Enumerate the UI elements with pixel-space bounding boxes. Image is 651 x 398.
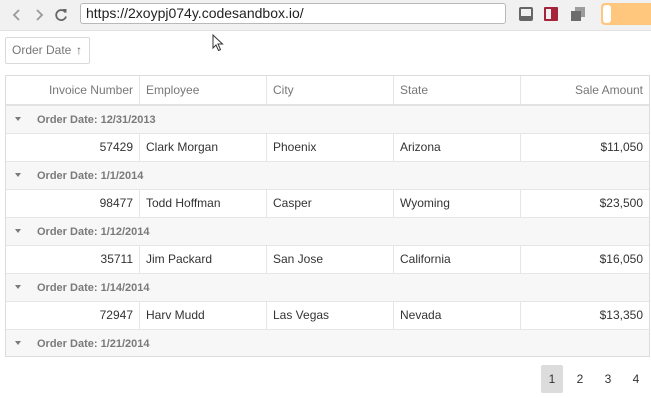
group-by-order-date-chip[interactable]: Order Date ↑ [5, 37, 90, 64]
collapse-caret-icon[interactable] [15, 229, 21, 233]
group-row[interactable]: Order Date: 1/12/2014 [6, 218, 649, 246]
column-header-sale-amount[interactable]: Sale Amount [520, 76, 649, 104]
group-label: Order Date: 12/31/2013 [37, 114, 156, 126]
group-row[interactable]: Order Date: 1/1/2014 [6, 162, 649, 190]
employee-cell: Jim Packard [139, 246, 266, 273]
employee-cell: Todd Hoffman [139, 190, 266, 217]
group-label: Order Date: 1/21/2014 [37, 338, 150, 350]
group-row[interactable]: Order Date: 1/21/2014 [6, 330, 649, 356]
grid-header: Invoice Number Employee City State Sale … [6, 76, 649, 106]
sale-amount-cell: $16,050 [520, 246, 649, 273]
sale-amount-cell: $11,050 [520, 134, 649, 161]
pager-page-2[interactable]: 2 [569, 365, 591, 393]
sale-amount-cell: $13,350 [520, 302, 649, 329]
group-chip-label: Order Date [12, 43, 72, 57]
group-row[interactable]: Order Date: 1/14/2014 [6, 274, 649, 302]
column-header-state[interactable]: State [393, 76, 520, 104]
browser-toolbar: https://2xoypj074y.codesandbox.io/ [0, 0, 651, 31]
state-cell: Arizona [393, 134, 520, 161]
column-header-city[interactable]: City [266, 76, 393, 104]
pager-page-1[interactable]: 1 [541, 365, 563, 393]
state-cell: Wyoming [393, 190, 520, 217]
sale-amount-cell: $23,500 [520, 190, 649, 217]
reload-icon[interactable] [52, 5, 70, 25]
invoice-number-cell: 72947 [99, 308, 133, 322]
toggle-switch[interactable] [601, 3, 651, 25]
invoice-number-cell: 35711 [100, 252, 133, 266]
city-cell: Las Vegas [266, 302, 393, 329]
collapse-caret-icon[interactable] [15, 285, 21, 289]
table-row[interactable]: 35711 Jim Packard San Jose California $1… [6, 246, 649, 274]
group-label: Order Date: 1/12/2014 [37, 226, 150, 238]
table-row[interactable]: 72947 Harv Mudd Las Vegas Nevada $13,350 [6, 302, 649, 330]
group-label: Order Date: 1/14/2014 [37, 282, 150, 294]
city-cell: San Jose [266, 246, 393, 273]
employee-cell: Clark Morgan [139, 134, 266, 161]
state-cell: California [393, 246, 520, 273]
city-cell: Phoenix [266, 134, 393, 161]
column-header-invoice-number[interactable]: Invoice Number [6, 76, 139, 104]
employee-cell: Harv Mudd [139, 302, 266, 329]
mouse-cursor-icon [212, 33, 224, 57]
sort-ascending-icon[interactable]: ↑ [76, 38, 82, 63]
data-grid: Invoice Number Employee City State Sale … [5, 75, 650, 357]
city-cell: Casper [266, 190, 393, 217]
windows-icon[interactable] [570, 6, 586, 27]
forward-icon[interactable] [30, 5, 48, 25]
toggle-knob [603, 5, 611, 23]
invoice-number-cell: 98477 [99, 196, 133, 210]
group-row[interactable]: Order Date: 12/31/2013 [6, 106, 649, 134]
pager-page-3[interactable]: 3 [597, 365, 619, 393]
collapse-caret-icon[interactable] [15, 117, 21, 121]
address-bar[interactable]: https://2xoypj074y.codesandbox.io/ [80, 3, 506, 24]
back-icon[interactable] [8, 5, 26, 25]
dock-bottom-icon[interactable] [518, 6, 534, 27]
table-row[interactable]: 98477 Todd Hoffman Casper Wyoming $23,50… [6, 190, 649, 218]
collapse-caret-icon[interactable] [15, 173, 21, 177]
column-header-employee[interactable]: Employee [139, 76, 266, 104]
collapse-caret-icon[interactable] [15, 341, 21, 345]
book-icon[interactable] [543, 6, 559, 27]
state-cell: Nevada [393, 302, 520, 329]
pager-page-4[interactable]: 4 [625, 365, 647, 393]
invoice-number-cell: 57429 [99, 140, 133, 154]
group-label: Order Date: 1/1/2014 [37, 170, 144, 182]
table-row[interactable]: 57429 Clark Morgan Phoenix Arizona $11,0… [6, 134, 649, 162]
